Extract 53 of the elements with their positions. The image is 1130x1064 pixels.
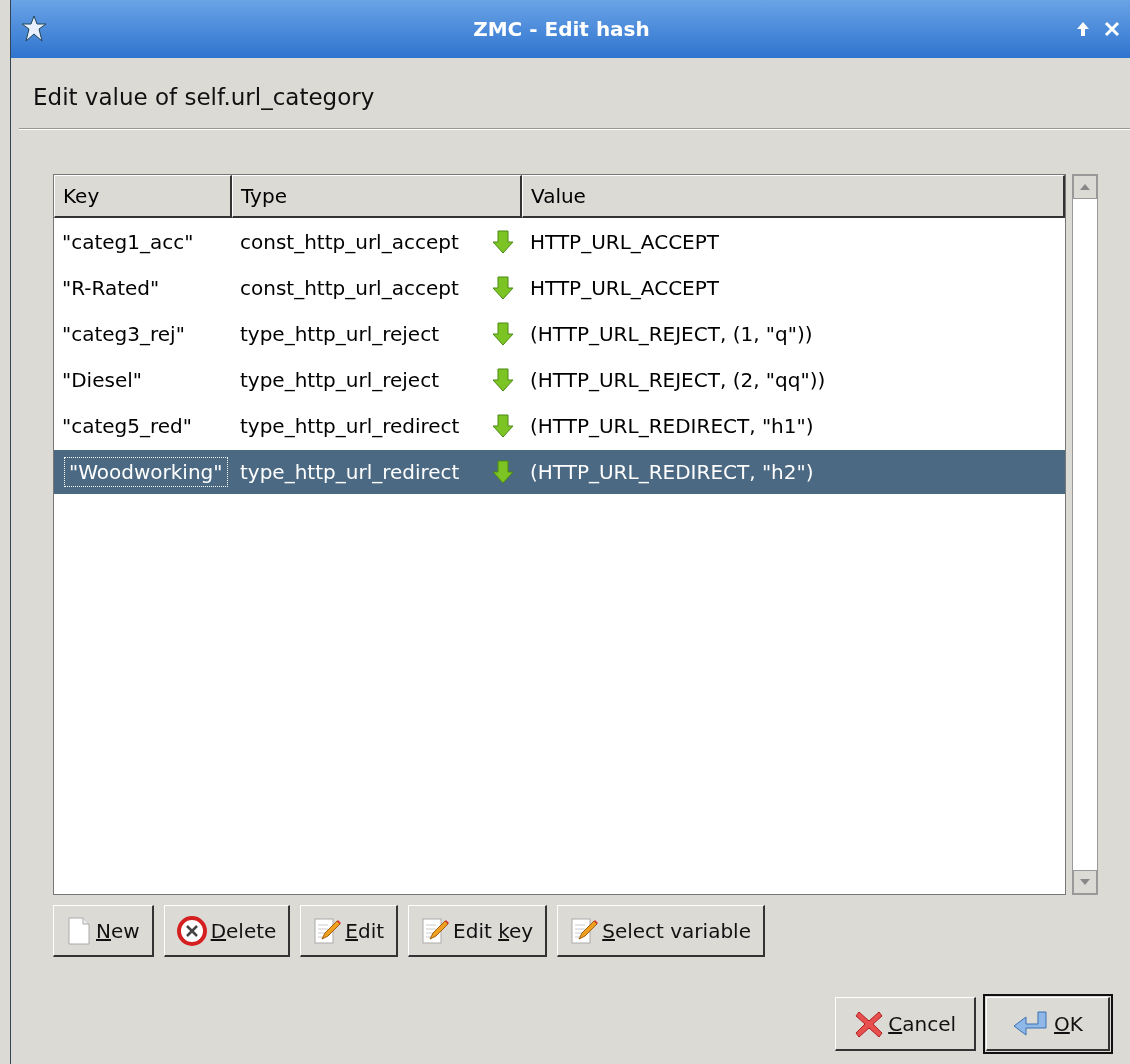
down-arrow-icon[interactable] [492, 276, 514, 300]
scroll-down-icon[interactable] [1080, 878, 1090, 886]
table-row[interactable]: "Woodworking" type_http_url_redirect (HTTP_URL_REDIRECT, "h2") [54, 450, 1065, 494]
up-arrow-icon[interactable] [1076, 21, 1090, 37]
table-row[interactable]: "categ5_red" type_http_url_redirect (HTTP_URL_REDIRECT, "h1") [54, 404, 1065, 448]
table-row[interactable]: "categ1_acc" const_http_url_accept HTTP_URL_ACCEPT [54, 220, 1065, 264]
action-button[interactable]: Select variable [557, 905, 765, 957]
key-cell: "Woodworking" [64, 457, 228, 487]
key-cell: "categ5_red" [62, 414, 192, 438]
key-cell: "categ1_acc" [62, 230, 194, 254]
close-icon[interactable] [1104, 21, 1120, 37]
dialog-heading: Edit value of self.url_category [33, 84, 375, 110]
scrollbar[interactable] [1072, 174, 1098, 895]
down-arrow-icon[interactable] [492, 368, 514, 392]
type-cell: type_http_url_reject [240, 322, 439, 346]
action-button[interactable]: Delete [163, 905, 291, 957]
type-cell: type_http_url_redirect [240, 414, 460, 438]
value-cell-text: HTTP_URL_ACCEPT [529, 230, 721, 254]
value-cell-text: HTTP_URL_ACCEPT [529, 276, 721, 300]
type-cell: const_http_url_accept [240, 230, 459, 254]
column-header[interactable]: Type [232, 175, 522, 218]
pencil-note-icon [421, 915, 450, 946]
ok-button[interactable]: OK [986, 997, 1110, 1051]
down-arrow-icon[interactable] [492, 230, 514, 254]
down-arrow-icon[interactable] [492, 414, 514, 438]
value-cell-text: (HTTP_URL_REJECT, (2, "qq")) [529, 368, 827, 392]
key-cell: "Diesel" [62, 368, 142, 392]
key-cell: "R-Rated" [62, 276, 160, 300]
delete-icon [176, 915, 207, 946]
column-header[interactable]: Value [522, 175, 1065, 218]
star-figure-icon [21, 15, 47, 43]
column-header[interactable]: Key [54, 175, 232, 218]
action-button[interactable]: Edit [300, 905, 399, 957]
table-row[interactable]: "categ3_rej" type_http_url_reject (HTTP_URL_REJECT, (1, "q")) [54, 312, 1065, 356]
document-icon [66, 915, 92, 946]
action-button[interactable]: New [53, 905, 154, 957]
table-row[interactable]: "Diesel" type_http_url_reject (HTTP_URL_REJECT, (2, "qq")) [54, 358, 1065, 402]
type-cell: type_http_url_reject [240, 368, 439, 392]
down-arrow-icon[interactable] [492, 322, 514, 346]
pencil-note-icon [313, 915, 342, 946]
value-cell-text: (HTTP_URL_REDIRECT, "h1") [529, 414, 815, 438]
value-cell-text: (HTTP_URL_REDIRECT, "h2") [529, 460, 815, 484]
type-cell: type_http_url_redirect [240, 460, 460, 484]
key-cell: "categ3_rej" [62, 322, 185, 346]
type-cell: const_http_url_accept [240, 276, 459, 300]
table-row[interactable]: "R-Rated" const_http_url_accept HTTP_URL_ACCEPT [54, 266, 1065, 310]
pencil-note-icon [570, 915, 599, 946]
cancel-button[interactable]: Cancel [835, 997, 976, 1051]
action-button[interactable]: Edit key [408, 905, 548, 957]
value-cell-text: (HTTP_URL_REJECT, (1, "q")) [529, 322, 814, 346]
window-title: ZMC - Edit hash [472, 17, 651, 41]
scroll-up-icon[interactable] [1080, 183, 1090, 191]
down-arrow-icon[interactable] [492, 460, 514, 484]
